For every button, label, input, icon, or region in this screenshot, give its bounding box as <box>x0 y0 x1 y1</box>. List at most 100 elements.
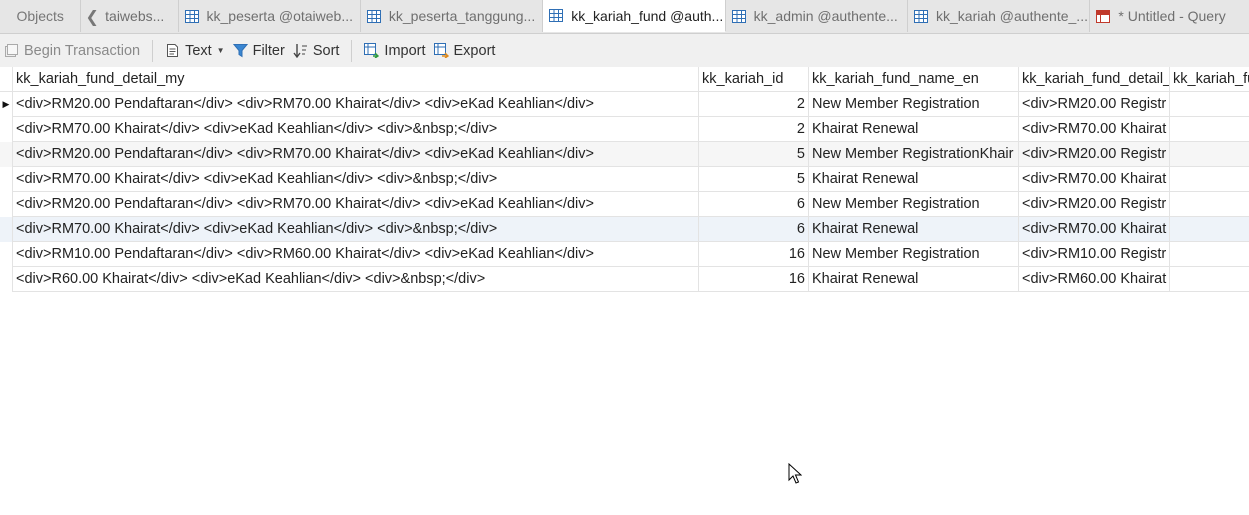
table-cell[interactable]: 2 <box>699 117 809 142</box>
table-cell[interactable]: <div>RM20.00 Registr <box>1019 92 1170 117</box>
table-cell[interactable]: 2 <box>699 92 809 117</box>
chevron-left-icon[interactable]: ❮ <box>81 0 103 33</box>
table-cell[interactable]: <div>RM20.00 Pendaftaran</div> <div>RM70… <box>13 142 699 167</box>
tab-label: kk_peserta_tanggung... <box>388 8 536 24</box>
table-cell[interactable]: <div>RM20.00 Pendaftaran</div> <div>RM70… <box>13 192 699 217</box>
table-row[interactable]: <div>RM20.00 Pendaftaran</div> <div>RM70… <box>0 142 1249 167</box>
table-row[interactable]: <div>RM70.00 Khairat</div> <div>eKad Kea… <box>0 217 1249 242</box>
tab-label: kk_kariah_fund @auth... <box>571 7 724 24</box>
tab-bar: Objects ❮ taiwebs... kk_peserta @otaiweb… <box>0 0 1249 34</box>
tab-kk-admin[interactable]: kk_admin @authente... <box>726 0 908 32</box>
table-cell[interactable]: New Member Registration <box>809 192 1019 217</box>
tab-objects[interactable]: Objects <box>0 0 82 32</box>
toolbar-divider <box>152 39 154 62</box>
current-row-arrow-icon: ▶ <box>0 92 13 117</box>
tab-label: kk_kariah @authente_... <box>936 8 1088 24</box>
filter-label: Filter <box>252 42 285 59</box>
column-header[interactable]: kk_kariah_fund_detail_ <box>1019 67 1170 92</box>
table-cell[interactable]: <div>RM70.00 Khairat <box>1019 217 1170 242</box>
table-cell[interactable]: Khairat Renewal <box>809 117 1019 142</box>
table-cell[interactable]: 16 <box>699 242 809 267</box>
table-cell[interactable]: <div>RM70.00 Khairat</div> <div>eKad Kea… <box>13 217 699 242</box>
table-cell[interactable] <box>1170 167 1249 192</box>
row-indicator <box>0 217 13 242</box>
begin-transaction-label: Begin Transaction <box>24 42 141 59</box>
column-header[interactable]: kk_kariah_fu <box>1170 67 1249 92</box>
tab-kk-kariah[interactable]: kk_kariah @authente_... <box>908 0 1091 32</box>
table-cell[interactable]: <div>RM70.00 Khairat <box>1019 167 1170 192</box>
tab-kk-peserta-tanggungan[interactable]: kk_peserta_tanggung... <box>361 0 544 32</box>
table-row[interactable]: <div>RM20.00 Pendaftaran</div> <div>RM70… <box>0 192 1249 217</box>
caret-down-icon: ▼ <box>216 46 225 55</box>
table-cell[interactable]: <div>R60.00 Khairat</div> <div>eKad Keah… <box>13 267 699 292</box>
begin-transaction-button[interactable]: Begin Transaction <box>0 38 144 64</box>
mouse-cursor-icon <box>788 463 802 484</box>
table-cell[interactable]: 5 <box>699 142 809 167</box>
table-row[interactable]: <div>R60.00 Khairat</div> <div>eKad Keah… <box>0 267 1249 292</box>
tab-label: kk_admin @authente... <box>753 8 898 24</box>
table-cell[interactable]: 6 <box>699 217 809 242</box>
table-cell[interactable]: <div>RM10.00 Registr <box>1019 242 1170 267</box>
table-cell[interactable]: Khairat Renewal <box>809 217 1019 242</box>
row-indicator <box>0 142 13 167</box>
table-cell[interactable]: <div>RM20.00 Pendaftaran</div> <div>RM70… <box>13 92 699 117</box>
table-cell[interactable]: <div>RM70.00 Khairat</div> <div>eKad Kea… <box>13 117 699 142</box>
tab-kk-kariah-fund[interactable]: kk_kariah_fund @auth... <box>543 0 726 32</box>
query-icon <box>1096 9 1111 23</box>
table-row[interactable]: ▶ <div>RM20.00 Pendaftaran</div> <div>RM… <box>0 92 1249 117</box>
table-cell[interactable] <box>1170 117 1249 142</box>
import-icon <box>364 43 380 58</box>
table-cell[interactable]: Khairat Renewal <box>809 267 1019 292</box>
tab-label: kk_peserta @otaiweb... <box>206 8 354 24</box>
sort-button[interactable]: Sort <box>289 38 344 64</box>
table-icon <box>184 9 199 23</box>
table-row[interactable]: <div>RM70.00 Khairat</div> <div>eKad Kea… <box>0 167 1249 192</box>
table-cell[interactable]: 6 <box>699 192 809 217</box>
table-icon <box>914 9 928 23</box>
table-cell[interactable] <box>1170 242 1249 267</box>
row-indicator-header <box>0 67 13 92</box>
tab-taiwebs[interactable]: taiwebs... <box>103 0 179 32</box>
column-header[interactable]: kk_kariah_fund_name_en <box>809 67 1019 92</box>
table-cell[interactable]: <div>RM10.00 Pendaftaran</div> <div>RM60… <box>13 242 699 267</box>
table-cell[interactable] <box>1170 142 1249 167</box>
table-cell[interactable]: <div>RM60.00 Khairat <box>1019 267 1170 292</box>
column-header[interactable]: kk_kariah_id <box>699 67 809 92</box>
toolbar-divider <box>351 39 353 62</box>
transaction-icon <box>5 44 18 57</box>
table-cell[interactable]: <div>RM20.00 Registr <box>1019 192 1170 217</box>
data-grid: kk_kariah_fund_detail_my kk_kariah_id kk… <box>0 67 1249 515</box>
column-header[interactable]: kk_kariah_fund_detail_my <box>13 67 699 92</box>
filter-button[interactable]: Filter <box>229 38 289 64</box>
text-button[interactable]: Text ▼ <box>161 38 229 64</box>
table-row[interactable]: <div>RM70.00 Khairat</div> <div>eKad Kea… <box>0 117 1249 142</box>
table-row[interactable]: <div>RM10.00 Pendaftaran</div> <div>RM60… <box>0 242 1249 267</box>
table-cell[interactable]: New Member Registration <box>809 242 1019 267</box>
row-indicator <box>0 117 13 142</box>
tab-label: Objects <box>16 8 64 24</box>
sort-icon <box>293 44 307 58</box>
tab-kk-peserta[interactable]: kk_peserta @otaiweb... <box>179 0 361 32</box>
row-indicator <box>0 167 13 192</box>
export-icon <box>433 43 449 58</box>
table-cell[interactable]: 16 <box>699 267 809 292</box>
tab-label: taiwebs... <box>105 8 165 24</box>
table-cell[interactable]: New Member Registration <box>809 92 1019 117</box>
row-indicator <box>0 192 13 217</box>
import-button[interactable]: Import <box>360 38 429 64</box>
table-cell[interactable]: <div>RM70.00 Khairat</div> <div>eKad Kea… <box>13 167 699 192</box>
table-cell[interactable] <box>1170 217 1249 242</box>
table-cell[interactable] <box>1170 92 1249 117</box>
table-cell[interactable]: <div>RM70.00 Khairat <box>1019 117 1170 142</box>
tab-untitled-query[interactable]: * Untitled - Query <box>1090 0 1249 32</box>
filter-icon <box>232 44 248 58</box>
text-label: Text <box>185 42 212 59</box>
table-cell[interactable] <box>1170 267 1249 292</box>
table-cell[interactable]: 5 <box>699 167 809 192</box>
table-cell[interactable]: New Member RegistrationKhair <box>809 142 1019 167</box>
export-button[interactable]: Export <box>430 38 500 64</box>
table-cell[interactable] <box>1170 192 1249 217</box>
sort-label: Sort <box>312 42 340 59</box>
table-cell[interactable]: Khairat Renewal <box>809 167 1019 192</box>
table-cell[interactable]: <div>RM20.00 Registr <box>1019 142 1170 167</box>
